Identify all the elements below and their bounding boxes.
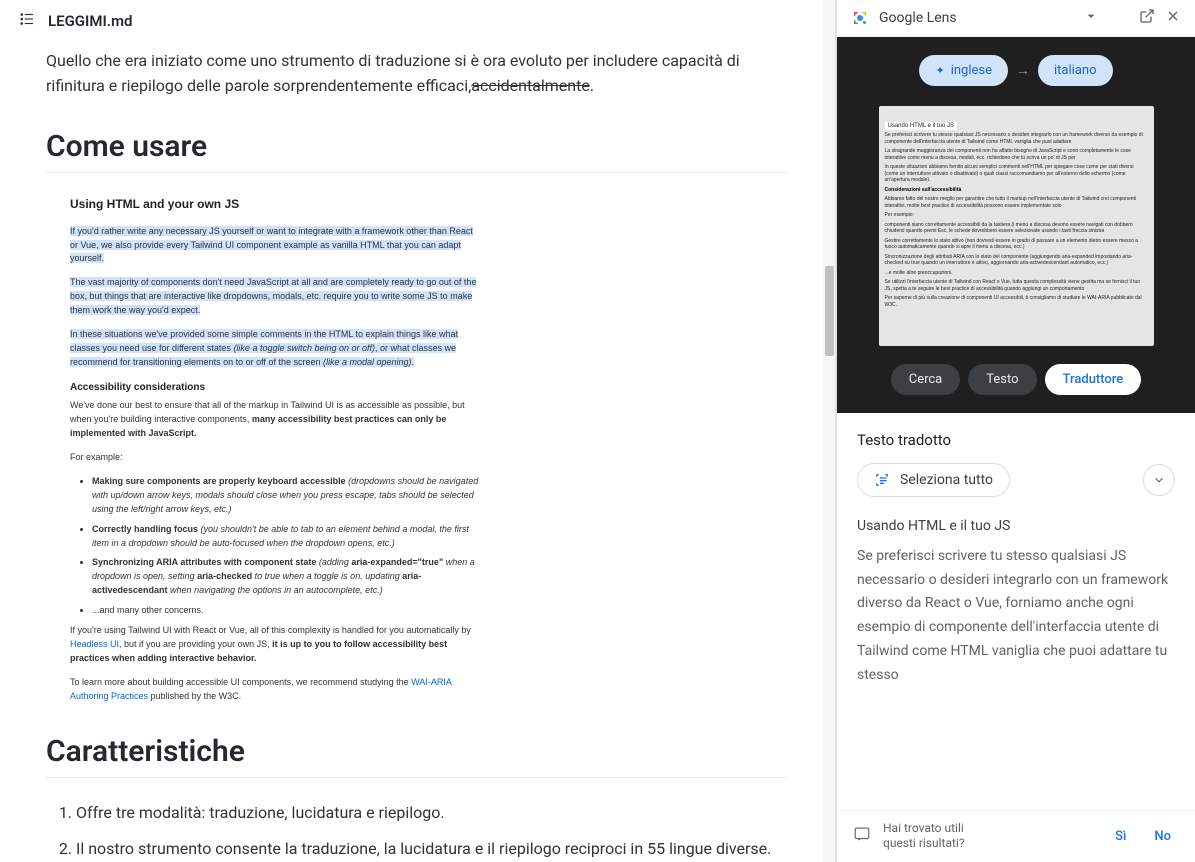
- language-selector-row: inglese → italiano: [919, 55, 1112, 86]
- google-lens-icon: [851, 9, 869, 27]
- intro-paragraph: Quello che era iniziato come uno strumen…: [46, 49, 789, 99]
- lens-header: Google Lens: [837, 0, 1195, 37]
- translated-section: Testo tradotto Seleziona tutto Usando HT…: [837, 413, 1195, 810]
- tab-translate[interactable]: Traduttore: [1045, 364, 1142, 395]
- list-item: Il nostro strumento consente la traduzio…: [76, 836, 789, 862]
- document-pane: LEGGIMI.md Quello che era iniziato come …: [0, 0, 836, 862]
- scrollbar[interactable]: [823, 0, 835, 862]
- document-header: LEGGIMI.md: [0, 0, 835, 43]
- embedded-screenshot: Using HTML and your own JS If you'd rath…: [70, 197, 480, 704]
- feedback-yes-button[interactable]: Sì: [1107, 825, 1134, 848]
- tab-search[interactable]: Cerca: [891, 364, 961, 395]
- embedded-title: Using HTML and your own JS: [70, 197, 480, 211]
- close-icon[interactable]: [1165, 8, 1181, 28]
- feedback-icon: [853, 825, 871, 847]
- tab-text[interactable]: Testo: [968, 364, 1036, 395]
- select-all-button[interactable]: Seleziona tutto: [857, 463, 1010, 497]
- lens-title: Google Lens: [879, 10, 1073, 26]
- image-preview[interactable]: Usando HTML e il tuo JS Se preferisci sc…: [879, 106, 1154, 346]
- lens-panel: Google Lens inglese → italiano Usando HT…: [836, 0, 1195, 862]
- document-filename: LEGGIMI.md: [48, 12, 133, 30]
- feedback-no-button[interactable]: No: [1146, 825, 1179, 848]
- feedback-bar: Hai trovato utiliquesti risultati? Sì No: [837, 810, 1195, 862]
- arrow-icon: →: [1016, 62, 1030, 79]
- outline-icon[interactable]: [18, 10, 36, 32]
- lens-tabs: Cerca Testo Traduttore: [891, 364, 1142, 395]
- open-in-new-icon[interactable]: [1139, 8, 1155, 28]
- features-list: Offre tre modalità: traduzione, lucidatu…: [46, 800, 789, 861]
- scrollbar-thumb[interactable]: [825, 266, 834, 356]
- document-body: Quello che era iniziato come uno strumen…: [0, 43, 835, 861]
- dropdown-icon[interactable]: [1083, 8, 1099, 28]
- translated-heading: Testo tradotto: [857, 431, 1175, 449]
- lens-dark-area: inglese → italiano Usando HTML e il tuo …: [837, 37, 1195, 413]
- target-language-chip[interactable]: italiano: [1038, 55, 1112, 86]
- translated-text: Usando HTML e il tuo JS Se preferisci sc…: [857, 515, 1175, 688]
- expand-button[interactable]: [1143, 464, 1175, 496]
- features-heading: Caratteristiche: [46, 734, 789, 778]
- usage-heading: Come usare: [46, 129, 789, 173]
- source-language-chip[interactable]: inglese: [919, 55, 1008, 86]
- list-item: Offre tre modalità: traduzione, lucidatu…: [76, 800, 789, 826]
- accessibility-heading: Accessibility considerations: [70, 382, 480, 393]
- feedback-question: Hai trovato utiliquesti risultati?: [883, 821, 1095, 852]
